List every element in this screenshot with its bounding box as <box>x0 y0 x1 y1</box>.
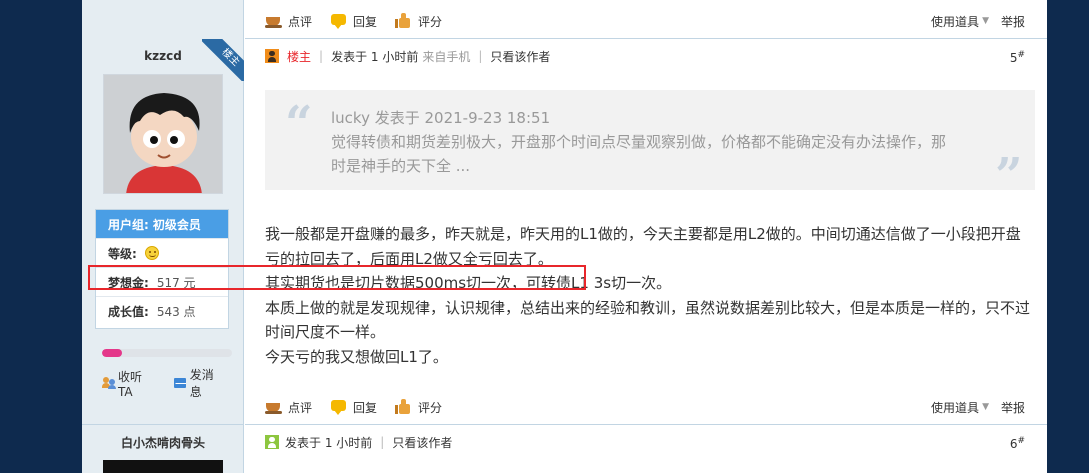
level-progress-bar <box>102 349 232 357</box>
post-actions: 点评 回复 评分 <box>265 392 460 422</box>
level-progress-fill <box>102 349 122 357</box>
forum-thread-frame: kzzcd 楼主 用户组: 初级会员 等级: 梦想金: 517 元 成长值: 5… <box>82 0 1047 473</box>
report-link[interactable]: 举报 <box>1001 399 1025 416</box>
user-group-row: 用户组: 初级会员 <box>96 210 228 239</box>
author-sidebar: kzzcd 楼主 用户组: 初级会员 等级: 梦想金: 517 元 成长值: 5… <box>82 0 244 473</box>
content-paragraph: 我一般都是开盘赚的最多，昨天就是，昨天用的L1做的，今天主要都是用L2做的。中间… <box>265 225 1021 268</box>
thumbs-up-icon <box>395 13 413 29</box>
post-divider <box>245 424 1047 425</box>
growth-row: 成长值: 543 点 <box>108 305 196 319</box>
caret-down-icon: ▼ <box>982 402 989 412</box>
quote-header[interactable]: lucky 发表于 2021-9-23 18:51 <box>331 106 951 130</box>
users-icon <box>102 377 116 389</box>
open-quote-icon: “ <box>285 96 313 152</box>
post-divider <box>82 424 244 425</box>
next-floor-number[interactable]: 6# <box>1010 436 1025 451</box>
level-smiley-icon <box>144 246 159 260</box>
owner-tag: 楼主 <box>287 49 312 64</box>
owner-user-icon <box>265 49 279 63</box>
highlight-box <box>88 265 586 290</box>
speech-bubble-icon <box>330 13 348 29</box>
avatar-image <box>104 75 222 193</box>
user-group-value[interactable]: 初级会员 <box>153 216 201 233</box>
profile-links: 收听TA 发消息 <box>102 366 243 400</box>
quote-text: lucky 发表于 2021-9-23 18:51 觉得转债和期货差别极大，开盘… <box>331 106 951 178</box>
score-button[interactable]: 评分 <box>395 399 442 416</box>
post-header: 楼主 | 发表于 1 小时前 来自手机 | 只看该作者 <box>265 46 550 66</box>
rate-button[interactable]: 点评 <box>265 399 312 416</box>
view-author-only-link[interactable]: 只看该作者 <box>490 48 550 65</box>
close-quote-icon: ” <box>995 148 1023 204</box>
thumbs-up-icon <box>395 399 413 415</box>
reply-button[interactable]: 回复 <box>330 13 377 30</box>
post-time: 发表于 1 小时前 <box>331 49 419 64</box>
quote-block: “ lucky 发表于 2021-9-23 18:51 觉得转债和期货差别极大，… <box>265 90 1035 200</box>
post-content: 我一般都是开盘赚的最多，昨天就是，昨天用的L1做的，今天主要都是用L2做的。中间… <box>265 222 1035 369</box>
next-post-header: 发表于 1 小时前 | 只看该作者 <box>265 432 452 452</box>
next-avatar[interactable] <box>103 460 223 473</box>
post-divider <box>245 38 1047 39</box>
prev-post-actions: 点评 回复 评分 <box>265 6 460 36</box>
report-link[interactable]: 举报 <box>1001 13 1025 30</box>
floor-number[interactable]: 5# <box>1010 50 1025 65</box>
content-paragraph: 本质上做的就是发现规律，认识规律，总结出来的经验和教训，虽然说数据差别比较大，但… <box>265 298 1031 342</box>
score-button[interactable]: 评分 <box>395 13 442 30</box>
next-view-author-only-link[interactable]: 只看该作者 <box>392 434 452 451</box>
prev-post-tools: 使用道具 ▼ 举报 <box>931 6 1025 36</box>
speech-bubble-icon <box>330 399 348 415</box>
tools-menu[interactable]: 使用道具 <box>931 399 979 416</box>
coffee-cup-icon <box>265 13 283 29</box>
envelope-icon <box>173 378 186 388</box>
post-tools: 使用道具 ▼ 举报 <box>931 392 1025 422</box>
message-link[interactable]: 发消息 <box>173 366 233 400</box>
caret-down-icon: ▼ <box>982 16 989 26</box>
next-author-name[interactable]: 白小杰啃肉骨头 <box>82 434 244 451</box>
online-user-icon <box>265 435 279 449</box>
avatar[interactable] <box>103 74 223 194</box>
tools-menu[interactable]: 使用道具 <box>931 13 979 30</box>
next-post-time: 发表于 1 小时前 <box>285 435 373 450</box>
rate-button[interactable]: 点评 <box>265 13 312 30</box>
quote-body: 觉得转债和期货差别极大，开盘那个时间点尽量观察别做，价格都不能确定没有办法操作，… <box>331 133 947 175</box>
follow-link[interactable]: 收听TA <box>102 368 164 399</box>
post-via: 来自手机 <box>422 49 471 64</box>
reply-button[interactable]: 回复 <box>330 399 377 416</box>
post-column: 点评 回复 评分 使用道具 ▼ 举报 楼主 | 发表于 1 小时前 来自手机 |… <box>245 0 1047 473</box>
coffee-cup-icon <box>265 399 283 415</box>
level-row: 等级: <box>96 239 228 268</box>
content-paragraph: 今天亏的我又想做回L1了。 <box>265 347 448 366</box>
